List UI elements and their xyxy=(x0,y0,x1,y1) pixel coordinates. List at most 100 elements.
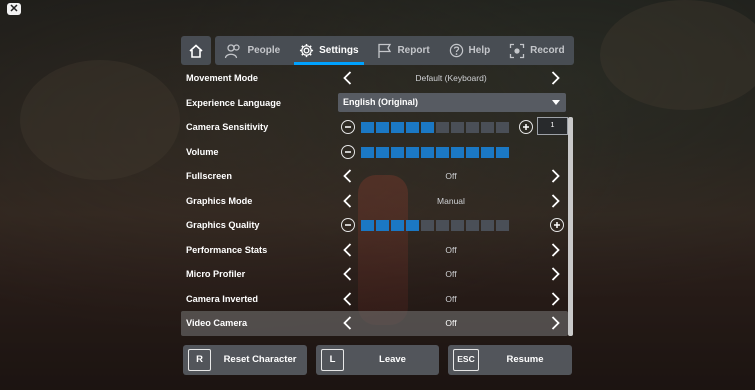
slider-segment[interactable] xyxy=(466,220,479,231)
sensitivity-value-input[interactable]: 1 xyxy=(537,117,568,135)
tab-report[interactable]: Report xyxy=(368,36,439,65)
previous-option-button[interactable] xyxy=(339,315,355,331)
home-button[interactable] xyxy=(181,36,211,65)
increase-button[interactable] xyxy=(550,218,564,232)
chevron-right-icon xyxy=(551,169,560,183)
button-label: Reset Character xyxy=(223,354,297,365)
slider-segment[interactable] xyxy=(496,220,509,231)
slider-segment[interactable] xyxy=(436,146,449,158)
slider-segment[interactable] xyxy=(376,220,389,231)
decrease-button[interactable] xyxy=(341,218,355,232)
dropdown-value: English (Original) xyxy=(343,96,419,107)
previous-option-button[interactable] xyxy=(339,70,355,86)
setting-label: Graphics Quality xyxy=(186,220,260,230)
slider-segment[interactable] xyxy=(406,122,419,133)
slider-segment[interactable] xyxy=(421,146,434,158)
sensitivity-slider[interactable] xyxy=(361,122,509,133)
setting-label: Camera Sensitivity xyxy=(186,122,269,132)
slider-segment[interactable] xyxy=(391,122,404,133)
slider-segment[interactable] xyxy=(361,220,374,231)
slider-segment[interactable] xyxy=(481,122,494,133)
leave-button[interactable]: L Leave xyxy=(316,345,439,375)
slider-segment[interactable] xyxy=(496,146,509,158)
settings-scrollbar[interactable] xyxy=(568,117,573,336)
slider-segment[interactable] xyxy=(451,146,464,158)
next-option-button[interactable] xyxy=(547,291,563,307)
increase-button[interactable] xyxy=(519,120,533,134)
previous-option-button[interactable] xyxy=(339,266,355,282)
previous-option-button[interactable] xyxy=(339,242,355,258)
slider-segment[interactable] xyxy=(421,122,434,133)
slider-segment[interactable] xyxy=(376,146,389,158)
chevron-right-icon xyxy=(551,316,560,330)
slider-segment[interactable] xyxy=(406,220,419,231)
slider-segment[interactable] xyxy=(466,146,479,158)
next-option-button[interactable] xyxy=(547,70,563,86)
slider-segment[interactable] xyxy=(436,122,449,133)
decrease-button[interactable] xyxy=(341,144,355,159)
slider-segment[interactable] xyxy=(391,220,404,231)
reset-character-button[interactable]: R Reset Character xyxy=(183,345,307,375)
setting-label: Experience Language xyxy=(186,97,281,108)
slider-segment[interactable] xyxy=(496,122,509,133)
slider-segment[interactable] xyxy=(436,220,449,231)
previous-option-button[interactable] xyxy=(339,168,355,184)
setting-graphics-mode: Graphics Mode Manual xyxy=(181,189,568,214)
tab-people[interactable]: People xyxy=(215,36,290,65)
next-option-button[interactable] xyxy=(547,266,563,282)
tab-people-label: People xyxy=(247,45,281,56)
setting-movement-mode: Movement Mode Default (Keyboard) xyxy=(181,66,568,91)
question-icon xyxy=(449,43,463,58)
slider-segment[interactable] xyxy=(406,146,419,158)
home-icon xyxy=(189,43,203,58)
slider-segment[interactable] xyxy=(481,146,494,158)
setting-volume: Volume xyxy=(181,140,568,165)
keyboard-key-esc: ESC xyxy=(453,349,479,371)
chevron-left-icon xyxy=(342,316,351,330)
people-icon xyxy=(225,43,241,58)
close-menu-button[interactable]: ✕ xyxy=(7,3,21,15)
setting-fullscreen: Fullscreen Off xyxy=(181,164,568,189)
tab-record[interactable]: Record xyxy=(500,36,574,65)
graphics-quality-slider[interactable] xyxy=(361,220,509,231)
menu-tab-bar: People Settings Report Help Record xyxy=(181,36,574,65)
slider-segment[interactable] xyxy=(361,122,374,133)
minus-icon xyxy=(345,224,351,226)
next-option-button[interactable] xyxy=(547,315,563,331)
setting-video-camera[interactable]: Video Camera Off xyxy=(181,311,568,336)
setting-value: Default (Keyboard) xyxy=(415,73,487,83)
tab-help[interactable]: Help xyxy=(439,36,500,65)
setting-label: Movement Mode xyxy=(186,73,258,83)
previous-option-button[interactable] xyxy=(339,291,355,307)
volume-slider[interactable] xyxy=(361,146,509,158)
setting-value: Off xyxy=(445,293,457,304)
slider-segment[interactable] xyxy=(451,122,464,133)
next-option-button[interactable] xyxy=(547,193,563,209)
slider-segment[interactable] xyxy=(466,122,479,133)
next-option-button[interactable] xyxy=(547,242,563,258)
setting-camera-inverted: Camera Inverted Off xyxy=(181,287,568,312)
slider-segment[interactable] xyxy=(391,146,404,158)
language-dropdown[interactable]: English (Original) xyxy=(338,92,566,112)
gear-icon xyxy=(300,43,314,58)
chevron-left-icon xyxy=(342,267,351,281)
setting-value: Off xyxy=(445,318,457,328)
scene-rock xyxy=(20,60,180,180)
decrease-button[interactable] xyxy=(341,120,355,134)
tab-settings[interactable]: Settings xyxy=(290,36,368,65)
tab-report-label: Report xyxy=(397,45,430,56)
slider-segment[interactable] xyxy=(421,220,434,231)
resume-button[interactable]: ESC Resume xyxy=(448,345,572,375)
setting-experience-language: Experience Language English (Original) xyxy=(181,91,568,116)
slider-segment[interactable] xyxy=(376,122,389,133)
slider-segment[interactable] xyxy=(481,220,494,231)
setting-camera-sensitivity: Camera Sensitivity 1 xyxy=(181,115,568,140)
tab-record-label: Record xyxy=(530,45,565,56)
slider-segment[interactable] xyxy=(451,220,464,231)
next-option-button[interactable] xyxy=(547,168,563,184)
keyboard-key-r: R xyxy=(188,349,211,371)
setting-graphics-quality: Graphics Quality xyxy=(181,213,568,238)
slider-segment[interactable] xyxy=(361,146,374,158)
previous-option-button[interactable] xyxy=(339,193,355,209)
record-icon xyxy=(509,43,525,58)
